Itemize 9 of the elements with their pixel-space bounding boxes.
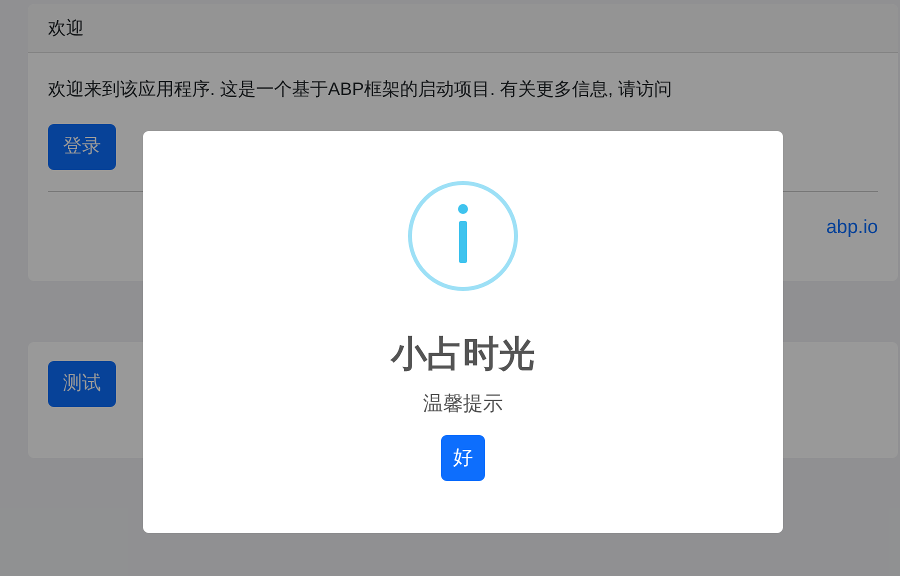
card-header: 欢迎	[28, 4, 898, 53]
login-button[interactable]: 登录	[48, 124, 116, 170]
abp-link[interactable]: abp.io	[826, 214, 878, 242]
dialog-message: 温馨提示	[423, 392, 503, 417]
intro-text: 欢迎来到该应用程序. 这是一个基于ABP框架的启动项目. 有关更多信息, 请访问	[48, 78, 674, 101]
dialog-title: 小占时光	[391, 332, 535, 376]
confirm-button[interactable]: 好	[441, 435, 485, 481]
test-button[interactable]: 测试	[48, 361, 116, 407]
info-icon	[407, 180, 519, 292]
